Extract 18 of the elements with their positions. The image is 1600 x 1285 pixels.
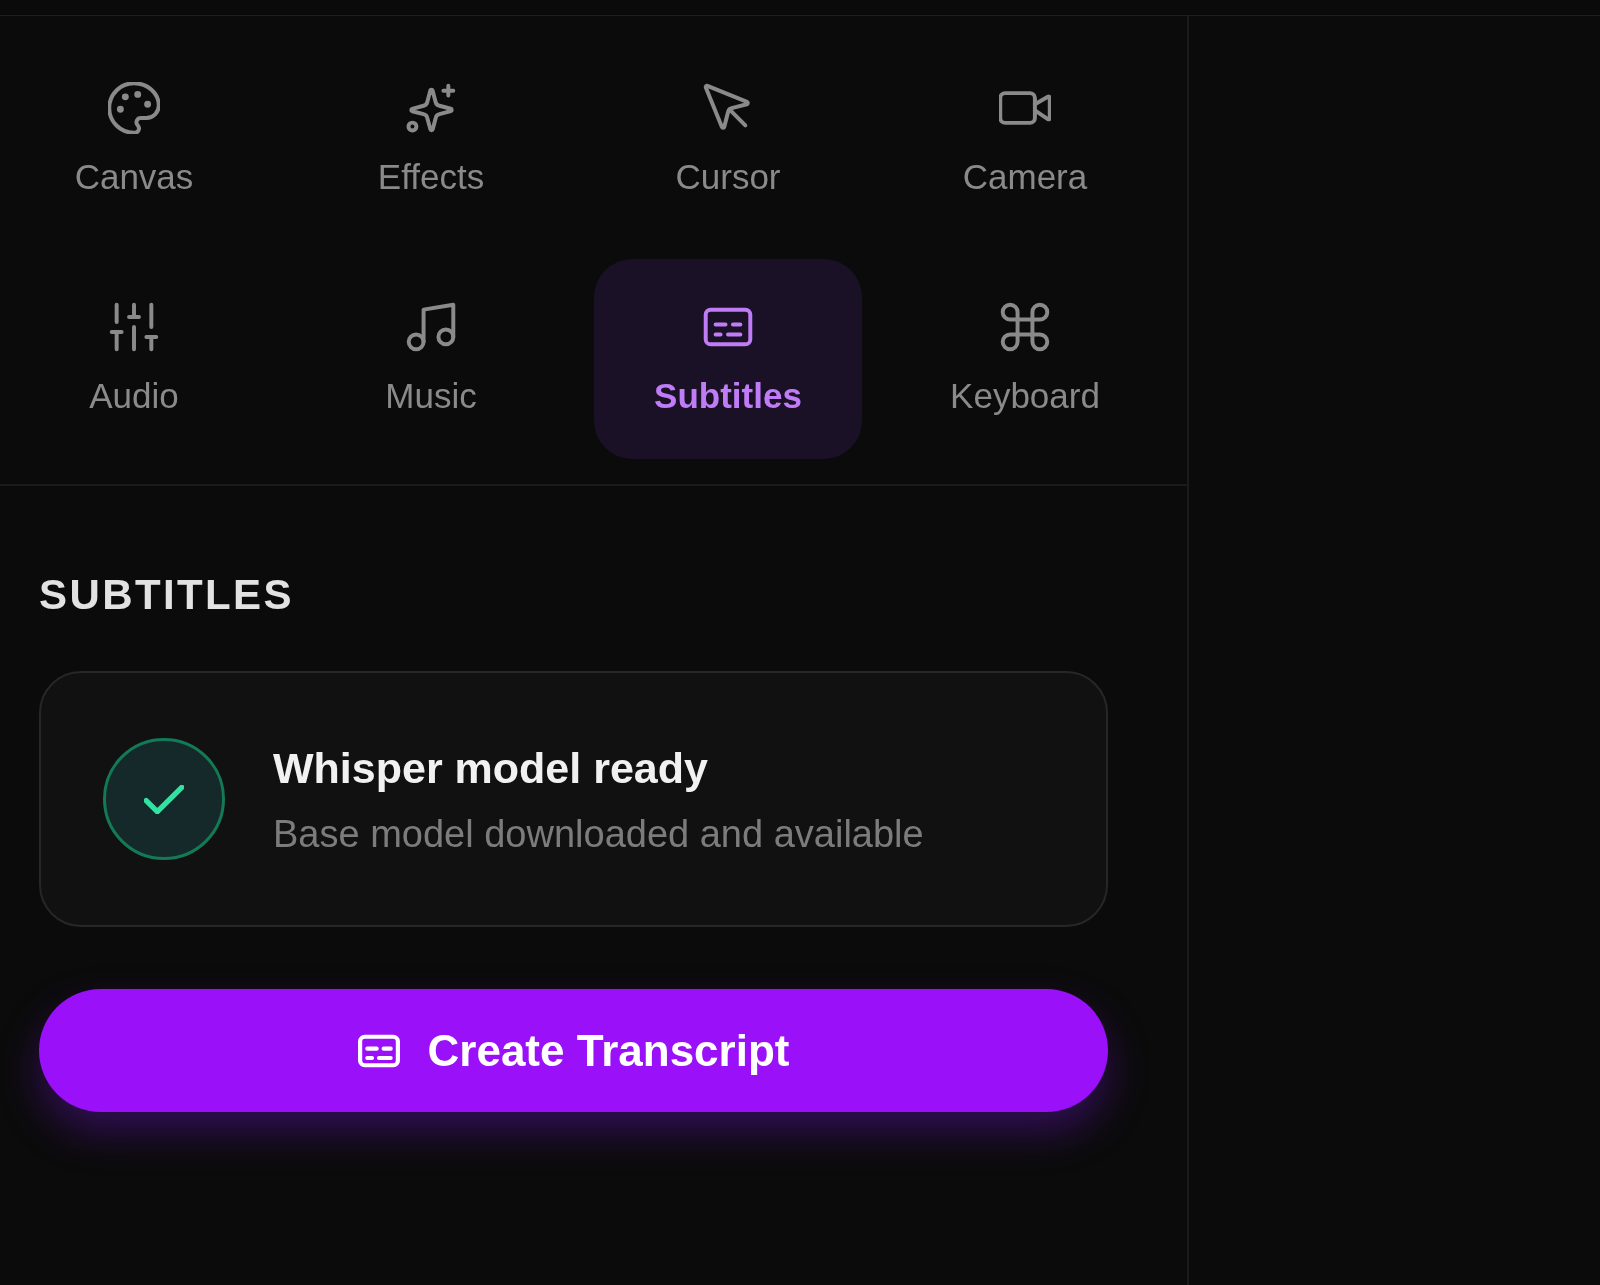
tab[interactable]: Keyboard: [891, 259, 1159, 459]
sliders-icon: [108, 301, 160, 353]
sparkle-icon: [405, 82, 457, 134]
tab[interactable]: Audio: [0, 259, 268, 459]
tab[interactable]: Effects: [297, 40, 565, 240]
tab[interactable]: Music: [297, 259, 565, 459]
tab[interactable]: Cursor: [594, 40, 862, 240]
command-key-icon: [999, 301, 1051, 353]
status-description: Base model downloaded and available: [273, 811, 924, 856]
tab[interactable]: Subtitles: [594, 259, 862, 459]
music-note-icon: [405, 301, 457, 353]
tab[interactable]: Camera: [891, 40, 1159, 240]
captions-icon: [357, 1033, 400, 1068]
tab[interactable]: Canvas: [0, 40, 268, 240]
status-title: Whisper model ready: [273, 742, 708, 793]
create-transcript-button[interactable]: Create Transcript: [39, 989, 1108, 1112]
palette-icon: [108, 82, 160, 134]
section-heading: SUBTITLES: [39, 570, 294, 620]
